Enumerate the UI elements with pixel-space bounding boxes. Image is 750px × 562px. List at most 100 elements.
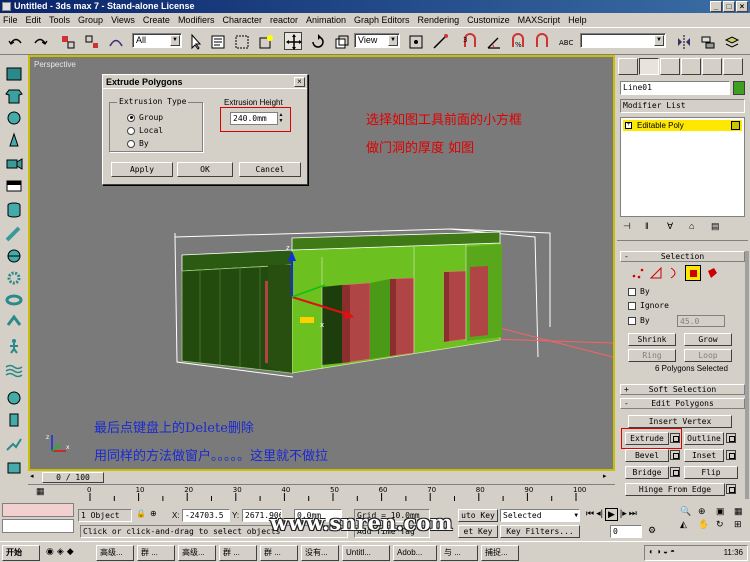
- next-frame-icon[interactable]: ▸: [603, 472, 613, 483]
- ignore-backfacing-checkbox[interactable]: Ignore: [628, 301, 669, 310]
- taskbar-task[interactable]: 群 ...: [260, 545, 298, 561]
- bridge-button[interactable]: Bridge: [625, 466, 669, 479]
- camera-tool-icon[interactable]: [4, 155, 24, 173]
- go-to-end-icon[interactable]: ⏭: [629, 508, 637, 521]
- set-key-button[interactable]: et Key: [458, 525, 498, 538]
- menu-item-character[interactable]: Character: [222, 15, 262, 25]
- torus-tool-icon[interactable]: [4, 291, 24, 309]
- edge-icon[interactable]: [649, 266, 663, 280]
- teapot-tool-icon[interactable]: [4, 313, 24, 331]
- taskbar-task[interactable]: 没有...: [301, 545, 339, 561]
- utility-tool-icon[interactable]: [4, 459, 24, 477]
- zoom-all-icon[interactable]: ⊕: [698, 506, 714, 517]
- taskbar-task[interactable]: 高级...: [96, 545, 134, 561]
- modifier-list-dropdown[interactable]: Modifier List: [620, 99, 745, 113]
- bevel-settings-icon[interactable]: [670, 450, 680, 460]
- helper-tool-icon[interactable]: [4, 435, 24, 453]
- time-slider[interactable]: ◂ 0 / 100 ▸: [28, 471, 615, 484]
- light-tool-icon[interactable]: [4, 131, 24, 149]
- taskbar-task[interactable]: 高级...: [178, 545, 216, 561]
- menu-item-animation[interactable]: Animation: [306, 15, 346, 25]
- go-to-start-icon[interactable]: ⏮: [586, 508, 594, 521]
- tube-tool-icon[interactable]: [4, 225, 24, 243]
- prev-frame-icon[interactable]: ◂: [30, 472, 40, 483]
- select-and-scale-icon[interactable]: [332, 32, 350, 50]
- unlink-icon[interactable]: [82, 32, 100, 50]
- taskbar-task[interactable]: 与 ...: [440, 545, 478, 561]
- expand-icon[interactable]: +: [625, 122, 632, 129]
- selection-rollout-header[interactable]: - Selection: [620, 251, 745, 262]
- track-view-icon[interactable]: ▦: [36, 486, 52, 498]
- zoom-icon[interactable]: 🔍: [680, 506, 696, 517]
- edit-polygons-rollout-header[interactable]: - Edit Polygons: [620, 398, 745, 409]
- angle-snap-icon[interactable]: [484, 32, 502, 50]
- time-config-icon[interactable]: ⚙: [648, 525, 656, 536]
- taskbar-task[interactable]: Adob...: [393, 545, 437, 561]
- outline-button[interactable]: Outline: [684, 432, 724, 445]
- border-icon[interactable]: [667, 266, 681, 280]
- dialog-close-icon[interactable]: ×: [294, 77, 305, 87]
- region-select-icon[interactable]: [232, 32, 250, 50]
- current-frame-field[interactable]: 0: [610, 525, 642, 538]
- bone-tool-icon[interactable]: [4, 411, 24, 429]
- pivot-center-icon[interactable]: [406, 32, 424, 50]
- media-icon[interactable]: ◆: [67, 546, 74, 557]
- taskbar-task[interactable]: 群 ...: [219, 545, 257, 561]
- key-mode-dropdown[interactable]: Selected ▼: [500, 509, 580, 522]
- reference-coordinate-dropdown[interactable]: View ▼: [354, 33, 400, 48]
- edit-named-selection-icon[interactable]: ABC: [556, 32, 574, 50]
- close-button[interactable]: ×: [736, 1, 748, 12]
- align-icon[interactable]: [698, 32, 716, 50]
- snaps-toggle-icon[interactable]: 3: [460, 32, 478, 50]
- select-link-icon[interactable]: [58, 32, 76, 50]
- inset-button[interactable]: Inset: [684, 449, 724, 462]
- loop-button[interactable]: Loop: [684, 349, 732, 362]
- bevel-button[interactable]: Bevel: [625, 449, 669, 462]
- hierarchy-tab-icon[interactable]: [660, 58, 680, 75]
- pin-stack-icon[interactable]: ⊣: [623, 221, 637, 233]
- auto-key-button[interactable]: uto Key: [458, 509, 498, 522]
- menu-item-help[interactable]: Help: [568, 15, 587, 25]
- menu-item-views[interactable]: Views: [111, 15, 135, 25]
- redo-icon[interactable]: [30, 32, 48, 50]
- select-and-move-icon[interactable]: [284, 32, 302, 50]
- radio-local[interactable]: Local: [127, 126, 163, 135]
- inset-settings-icon[interactable]: [726, 450, 736, 460]
- element-icon[interactable]: [705, 266, 719, 280]
- figure-tool-icon[interactable]: [4, 337, 24, 355]
- menu-item-edit[interactable]: Edit: [26, 15, 42, 25]
- zoom-extents-icon[interactable]: ▣: [716, 506, 732, 517]
- menu-item-rendering[interactable]: Rendering: [418, 15, 460, 25]
- hinge-from-edge-button[interactable]: Hinge From Edge: [625, 483, 725, 496]
- insert-vertex-button[interactable]: Insert Vertex: [628, 415, 732, 428]
- outline-settings-icon[interactable]: [726, 433, 736, 443]
- zoom-extents-all-icon[interactable]: ▦: [734, 506, 750, 517]
- x-coordinate-field[interactable]: -24703.5: [182, 509, 230, 522]
- stack-item-editable-poly[interactable]: Editable Poly: [623, 120, 742, 131]
- by-vertex-checkbox[interactable]: By: [628, 287, 650, 296]
- arc-rotate-icon[interactable]: ↻: [716, 519, 732, 530]
- menu-item-create[interactable]: Create: [143, 15, 170, 25]
- selection-filter-dropdown[interactable]: All ▼: [132, 33, 182, 48]
- gear-icon[interactable]: [4, 269, 24, 287]
- menu-item-graph-editors[interactable]: Graph Editors: [354, 15, 410, 25]
- percent-snap-icon[interactable]: %: [508, 32, 526, 50]
- remove-modifier-icon[interactable]: ⌂: [689, 221, 703, 233]
- maximize-button[interactable]: □: [723, 1, 735, 12]
- select-and-manipulate-icon[interactable]: [430, 32, 448, 50]
- circle-tool-icon[interactable]: [4, 109, 24, 127]
- menu-item-customize[interactable]: Customize: [467, 15, 510, 25]
- motion-tab-icon[interactable]: [681, 58, 701, 75]
- tshirt-icon[interactable]: [4, 87, 24, 105]
- named-selection-dropdown[interactable]: ▼: [580, 33, 666, 48]
- toolbar-icon[interactable]: [4, 65, 24, 83]
- minimize-button[interactable]: _: [710, 1, 722, 12]
- lightbulb-icon[interactable]: [731, 121, 740, 130]
- menu-item-maxscript[interactable]: MAXScript: [518, 15, 561, 25]
- undo-icon[interactable]: [6, 32, 24, 50]
- mirror-icon[interactable]: [674, 32, 692, 50]
- cancel-button[interactable]: Cancel: [239, 162, 301, 177]
- vertex-icon[interactable]: [631, 266, 645, 280]
- cylinder-tool-icon[interactable]: [4, 201, 24, 219]
- box-tool-icon[interactable]: [4, 177, 24, 195]
